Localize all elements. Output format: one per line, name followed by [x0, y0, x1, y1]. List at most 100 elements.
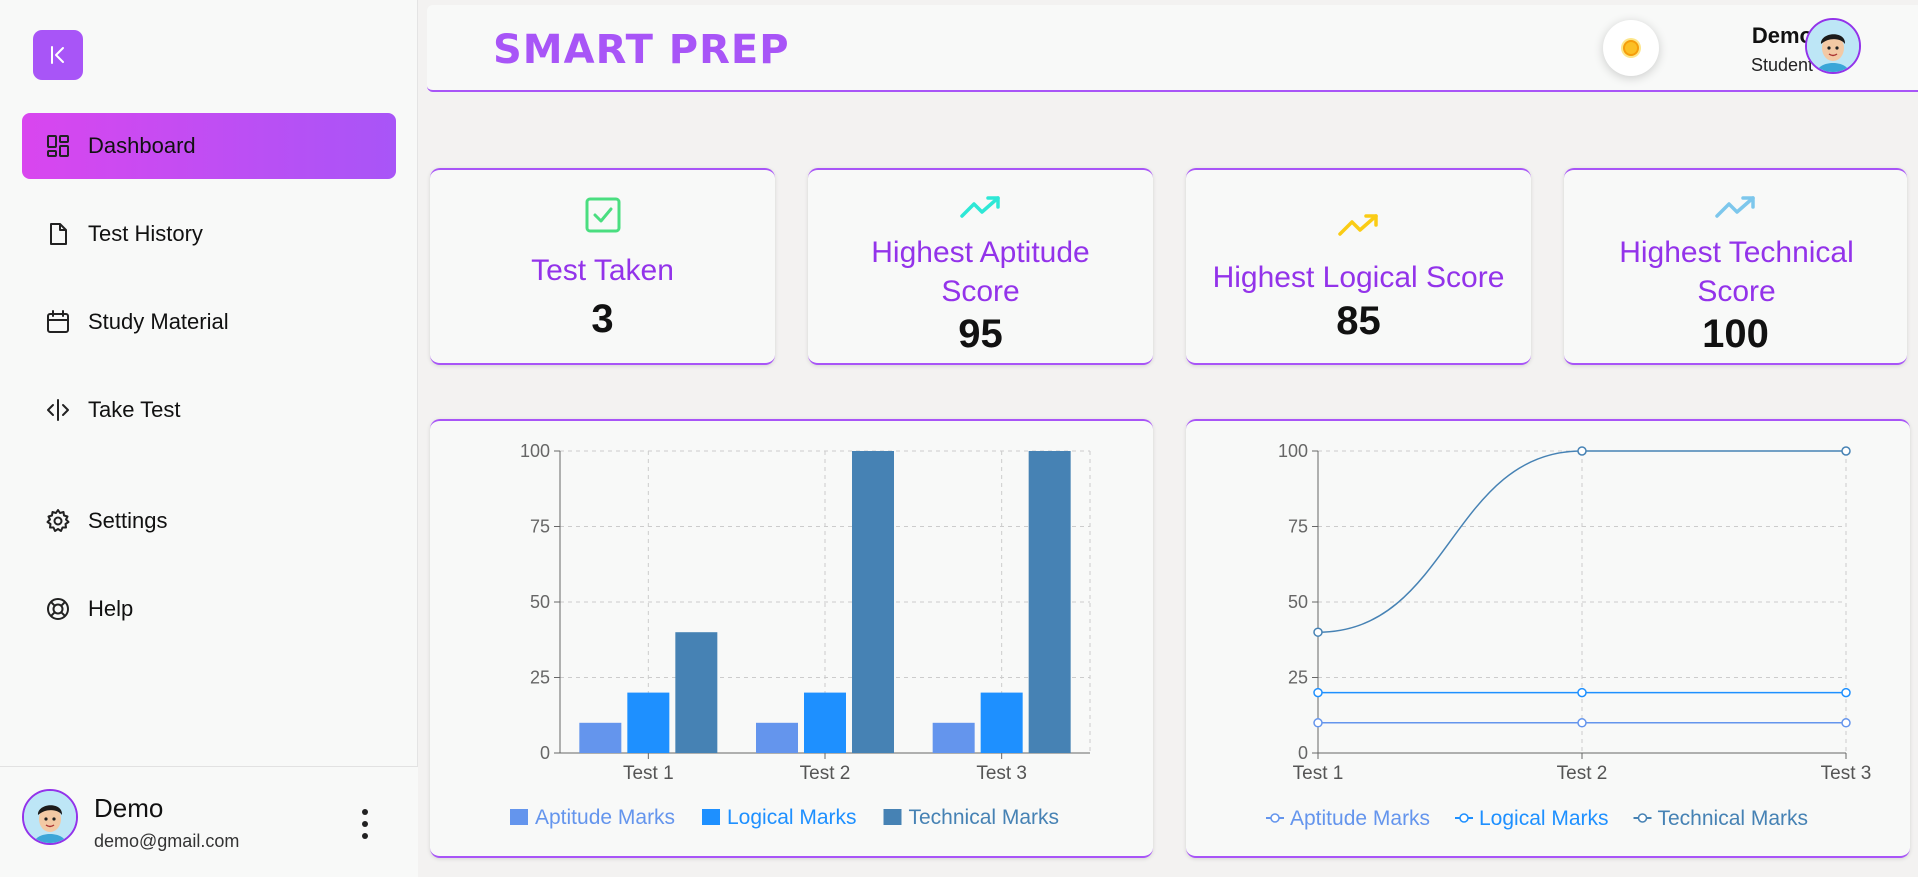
sidebar-item-help[interactable]: Help — [22, 576, 396, 642]
bar — [804, 692, 846, 753]
sun-icon — [1621, 38, 1641, 58]
trending-up-icon — [1186, 212, 1531, 238]
bar — [980, 692, 1023, 753]
x-tick-label: Test 3 — [976, 763, 1027, 784]
line-chart-panel: 0 25 50 75 100 Test 1 Test 2 Test 3 Aptitude Mar… — [1186, 419, 1910, 858]
stat-value: 100 — [1702, 312, 1769, 356]
profile-email: demo@gmail.com — [94, 831, 240, 851]
header-avatar[interactable] — [1805, 18, 1861, 74]
more-options-icon[interactable] — [354, 809, 376, 839]
stat-card-logical: Highest Logical Score 85 — [1186, 168, 1531, 365]
line-chart: 0 25 50 75 100 Test 1 Test 2 Test 3 Aptitude Mar… — [1266, 441, 1872, 830]
sidebar-item-test-history[interactable]: Test History — [22, 201, 396, 267]
data-point — [1841, 687, 1851, 698]
y-tick-label: 50 — [1288, 592, 1308, 612]
calendar-icon — [44, 308, 72, 336]
y-tick-label: 100 — [520, 441, 550, 461]
checkbox-icon — [430, 196, 775, 234]
avatar-icon — [1807, 20, 1859, 72]
brand-logo-text: SMART PREP — [493, 27, 790, 73]
y-tick-label: 0 — [1298, 743, 1308, 763]
y-tick-label: 25 — [530, 668, 550, 688]
sidebar-item-dashboard[interactable]: Dashboard — [22, 113, 396, 179]
trending-up-icon — [808, 194, 1153, 220]
data-point — [1577, 687, 1587, 698]
stat-card-technical: Highest Technical Score 100 — [1564, 168, 1907, 365]
legend-marker — [1637, 813, 1648, 823]
y-tick-label: 75 — [530, 517, 550, 537]
sidebar-item-label: Study Material — [88, 309, 229, 334]
sidebar-item-label: Test History — [88, 221, 203, 246]
bar — [756, 722, 798, 753]
x-tick-label: Test 1 — [623, 763, 674, 784]
y-tick-label: 25 — [1288, 668, 1308, 688]
data-point — [1841, 446, 1851, 456]
legend-label: Logical Marks — [727, 806, 857, 829]
lifebuoy-icon — [44, 595, 72, 623]
collapse-left-icon — [51, 46, 64, 64]
sidebar-item-take-test[interactable]: Take Test — [22, 377, 396, 443]
bar — [627, 692, 670, 753]
bar — [675, 632, 718, 753]
data-point — [1577, 446, 1587, 456]
stat-value: 3 — [591, 297, 614, 341]
legend-label: Logical Marks — [1479, 807, 1609, 830]
avatar[interactable] — [22, 789, 78, 845]
x-tick-label: Test 2 — [800, 763, 851, 784]
stat-label: Highest Technical Score — [1619, 236, 1854, 308]
theme-toggle-button[interactable] — [1603, 20, 1659, 76]
y-tick-label: 100 — [1278, 441, 1308, 461]
sidebar-item-label: Help — [88, 596, 134, 621]
header-user-role: Student — [1750, 55, 1813, 75]
data-point — [1313, 687, 1323, 698]
bar-chart-panel: 0 25 50 75 100 Test 1 Test 2 Test 3 Aptitude Mar… — [430, 419, 1153, 858]
top-header: SMART PREP Demo Student — [427, 5, 1918, 92]
x-tick-label: Test 1 — [1293, 763, 1344, 784]
sidebar-item-label: Settings — [88, 508, 168, 533]
data-point — [1313, 627, 1323, 637]
stat-label: Highest Logical Score — [1212, 261, 1505, 294]
gear-icon — [44, 507, 72, 535]
legend-label: Technical Marks — [909, 806, 1060, 829]
stat-card-aptitude: Highest Aptitude Score 95 — [808, 168, 1153, 365]
stat-value: 85 — [1336, 299, 1381, 343]
legend-marker — [1459, 813, 1469, 823]
data-point — [1313, 718, 1323, 728]
stat-label: Highest Aptitude Score — [871, 236, 1090, 308]
sidebar-item-study-material[interactable]: Study Material — [22, 289, 396, 355]
dashboard-icon — [44, 132, 72, 160]
sidebar-item-label: Dashboard — [88, 133, 196, 158]
stat-label: Test Taken — [531, 254, 674, 287]
collapse-sidebar-button[interactable] — [33, 30, 83, 80]
bar — [1028, 451, 1071, 753]
data-point — [1841, 718, 1851, 728]
legend-label: Technical Marks — [1658, 807, 1809, 830]
y-tick-label: 0 — [540, 743, 550, 763]
stat-value: 95 — [958, 312, 1003, 356]
avatar-icon — [24, 791, 76, 843]
data-point — [1577, 718, 1587, 728]
profile-name: Demo — [94, 793, 164, 823]
bar — [579, 722, 622, 753]
y-tick-label: 50 — [530, 592, 550, 612]
x-tick-label: Test 3 — [1821, 763, 1872, 784]
sidebar-item-label: Take Test — [88, 397, 181, 422]
legend-swatch — [510, 809, 528, 825]
sidebar: Dashboard Test History Study Material Ta… — [0, 0, 418, 877]
file-icon — [44, 220, 72, 248]
legend-label: Aptitude Marks — [535, 806, 675, 829]
sidebar-item-settings[interactable]: Settings — [22, 488, 396, 554]
sidebar-profile: Demo demo@gmail.com — [0, 766, 418, 877]
trending-up-icon — [1564, 194, 1907, 220]
legend-swatch — [702, 809, 720, 825]
stat-card-tests-taken: Test Taken 3 — [430, 168, 775, 365]
bar — [852, 451, 894, 753]
bar-chart: 0 25 50 75 100 Test 1 Test 2 Test 3 Aptitude Mar… — [510, 441, 1091, 829]
bar — [932, 722, 975, 753]
legend-label: Aptitude Marks — [1290, 807, 1430, 830]
code-icon — [44, 396, 72, 424]
legend-swatch — [883, 809, 902, 825]
legend-marker — [1270, 813, 1280, 823]
y-tick-label: 75 — [1288, 517, 1308, 537]
x-tick-label: Test 2 — [1557, 763, 1608, 784]
